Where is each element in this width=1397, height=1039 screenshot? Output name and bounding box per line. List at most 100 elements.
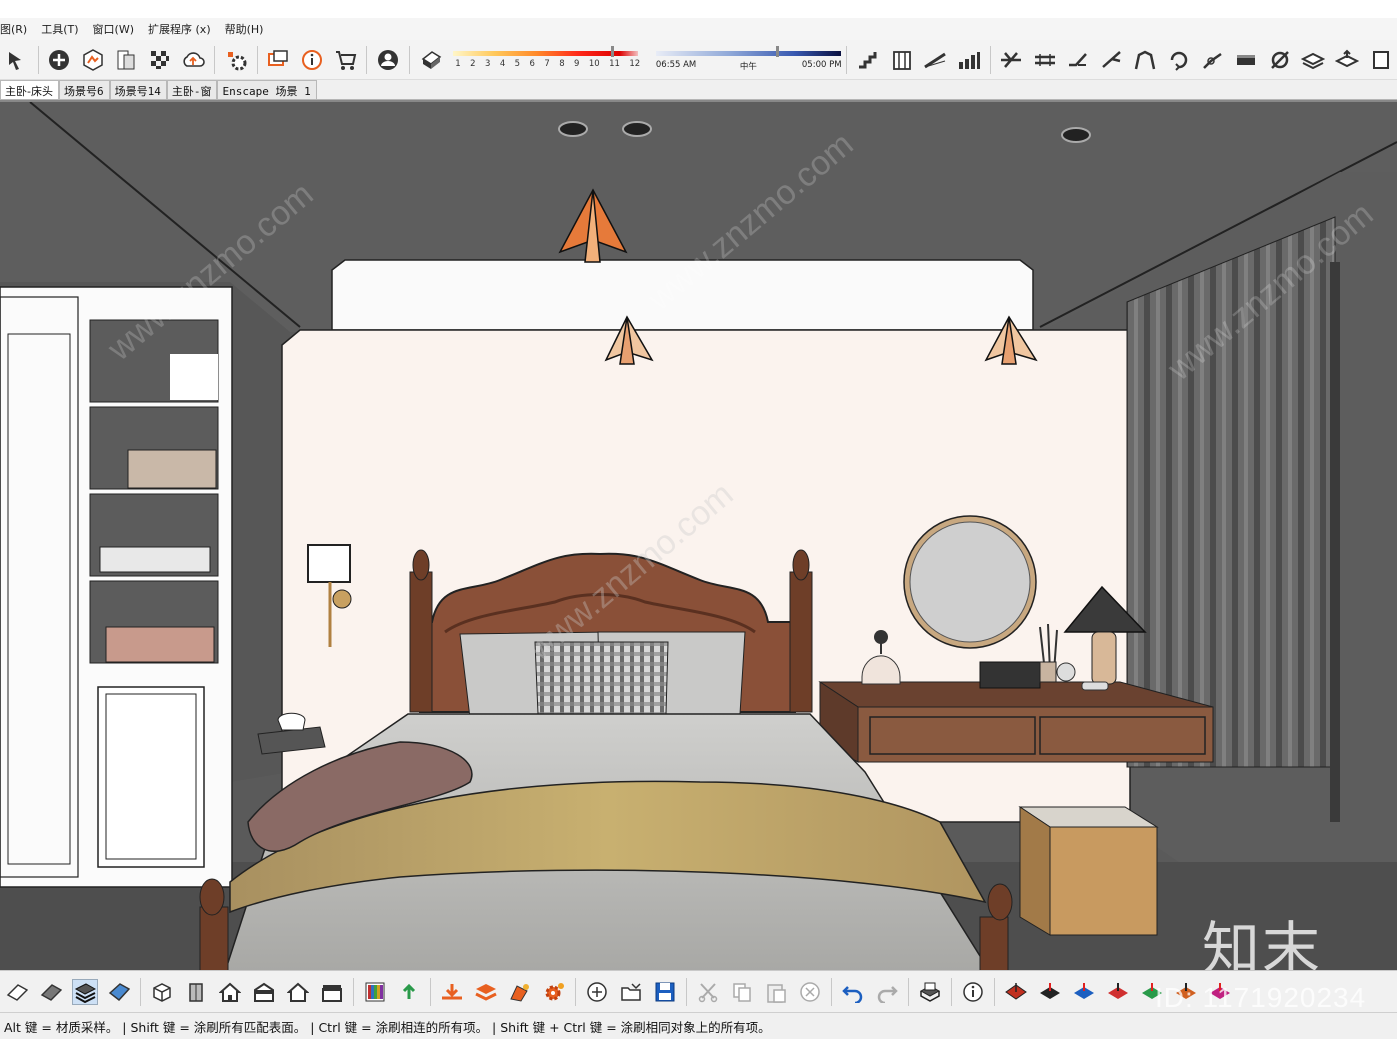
toolbar-divider — [951, 977, 952, 1006]
title-strip — [0, 0, 1397, 18]
month-label: 2 — [470, 58, 476, 69]
menu-extensions[interactable]: 扩展程序 (x) — [148, 21, 211, 37]
menu-help[interactable]: 帮助(H) — [225, 21, 264, 37]
print-icon[interactable] — [917, 979, 943, 1005]
paste-icon[interactable] — [763, 979, 789, 1005]
iso-view-icon[interactable] — [149, 979, 175, 1005]
zhimo-id-watermark: ID: 1171920234 — [1155, 982, 1367, 1013]
bars-icon[interactable] — [956, 47, 982, 73]
toolbar-divider — [353, 977, 354, 1006]
split-arrow-icon[interactable] — [1066, 47, 1092, 73]
shadows-icon[interactable] — [418, 47, 444, 73]
menu-bar: 图(R) 工具(T) 窗口(W) 扩展程序 (x) 帮助(H) — [0, 18, 1397, 40]
scene-tab-window[interactable]: 主卧-窗 — [166, 80, 218, 99]
time-end-label: 05:00 PM — [801, 59, 842, 70]
panel-icon[interactable] — [1233, 47, 1259, 73]
month-label: 3 — [484, 58, 491, 69]
cut-icon[interactable] — [695, 979, 721, 1005]
road-junction-icon[interactable] — [999, 47, 1025, 73]
toolbar-divider — [989, 45, 991, 74]
toolbar-divider — [908, 977, 909, 1006]
fillet-icon[interactable] — [1200, 47, 1226, 73]
redo-icon[interactable] — [874, 979, 900, 1005]
arch-icon[interactable] — [1133, 47, 1159, 73]
right-view-icon[interactable] — [251, 979, 277, 1005]
back-view-icon[interactable] — [285, 979, 311, 1005]
rotate-knife-icon[interactable] — [1267, 47, 1293, 73]
menu-tools[interactable]: 工具(T) — [41, 21, 78, 37]
intersect-icon[interactable] — [1071, 979, 1097, 1005]
paint-tool-icon[interactable] — [507, 979, 533, 1005]
rotate-icon[interactable] — [1166, 47, 1192, 73]
zhimo-logo: 知末 — [1202, 915, 1323, 970]
undo-icon[interactable] — [840, 979, 866, 1005]
checker-icon[interactable] — [147, 47, 173, 73]
main-toolbar: 1 2 3 4 5 6 7 8 9 10 11 12 06:55 AM 中午 0… — [0, 40, 1397, 80]
status-bar: Alt 键 = 材质采样。 | Shift 键 = 涂刷所有匹配表面。 | Ct… — [0, 1012, 1397, 1039]
model-info-icon[interactable] — [960, 979, 986, 1005]
left-view-icon[interactable] — [319, 979, 345, 1005]
account-icon[interactable] — [375, 47, 401, 73]
scene-tab-enscape[interactable]: Enscape 场景 1 — [217, 80, 317, 99]
union-icon[interactable] — [1105, 979, 1131, 1005]
shadow-time-slider[interactable]: 06:55 AM 中午 05:00 PM — [655, 45, 843, 75]
slope-line-icon[interactable] — [923, 47, 949, 73]
hidden-line-icon[interactable] — [38, 979, 64, 1005]
branch-icon[interactable] — [1099, 47, 1125, 73]
solid-tools-icon[interactable] — [1003, 979, 1029, 1005]
layers-icon[interactable] — [1300, 47, 1326, 73]
erase-icon[interactable] — [797, 979, 823, 1005]
settings-gear-icon[interactable] — [541, 979, 567, 1005]
message-icon[interactable] — [266, 47, 292, 73]
menu-window[interactable]: 窗口(W) — [93, 21, 134, 37]
open-folder-icon[interactable] — [618, 979, 644, 1005]
downlight — [558, 121, 588, 137]
toolbar-divider — [214, 45, 216, 74]
front-view-icon[interactable] — [217, 979, 243, 1005]
info-icon[interactable] — [299, 47, 325, 73]
copy-icon[interactable] — [729, 979, 755, 1005]
month-labels: 1 2 3 4 5 6 7 8 9 10 11 12 — [455, 59, 640, 69]
window-frame-icon[interactable] — [889, 47, 915, 73]
shaded-style-icon[interactable] — [72, 978, 98, 1005]
month-label: 9 — [574, 58, 580, 69]
scene-tab-14[interactable]: 场景号14 — [109, 80, 167, 99]
toolbar-divider — [846, 45, 848, 74]
model-viewport[interactable]: www.znzmo.com www.znzmo.com www.znzmo.co… — [0, 100, 1397, 970]
terrain-icon[interactable] — [80, 47, 106, 73]
add-circle-icon[interactable] — [584, 979, 610, 1005]
outer-shell-icon[interactable] — [1037, 979, 1063, 1005]
select-tool-icon[interactable] — [4, 47, 30, 73]
time-mid-label: 中午 — [739, 61, 757, 72]
stack-layers-icon[interactable] — [473, 979, 499, 1005]
time-handle[interactable] — [775, 45, 779, 57]
top-view-icon[interactable] — [183, 979, 209, 1005]
menu-view[interactable]: 图(R) — [0, 21, 27, 37]
add-location-icon[interactable] — [47, 47, 73, 73]
upload-arrow-icon[interactable] — [396, 979, 422, 1005]
align-line-icon[interactable] — [1032, 47, 1058, 73]
xray-style-icon[interactable] — [4, 979, 30, 1005]
dresser — [818, 681, 1214, 763]
partial-icon[interactable] — [1367, 47, 1393, 73]
import-icon[interactable] — [439, 979, 465, 1005]
scene-tab-6[interactable]: 场景号6 — [58, 80, 110, 99]
stairs-icon[interactable] — [855, 47, 881, 73]
scene-tab-master-bed[interactable]: 主卧-床头 — [0, 80, 59, 99]
month-label: 7 — [544, 58, 550, 69]
photo-textures-icon[interactable] — [114, 47, 140, 73]
save-icon[interactable] — [652, 979, 678, 1005]
month-handle[interactable] — [611, 45, 615, 57]
month-label: 8 — [559, 58, 565, 69]
materials-icon[interactable] — [362, 979, 388, 1005]
bed-pillows — [459, 631, 746, 719]
scene-tabs: 主卧-床头 场景号6 场景号14 主卧-窗 Enscape 场景 1 — [0, 80, 1397, 100]
textured-style-icon[interactable] — [106, 979, 132, 1005]
stack-arrow-icon[interactable] — [1334, 47, 1360, 73]
toolbar-divider — [408, 45, 410, 74]
cloud-upload-icon[interactable] — [181, 47, 207, 73]
shadow-month-slider[interactable]: 1 2 3 4 5 6 7 8 9 10 11 12 — [453, 45, 640, 75]
extension-manager-icon[interactable] — [223, 47, 249, 73]
month-label: 6 — [529, 58, 535, 69]
cart-icon[interactable] — [333, 47, 359, 73]
